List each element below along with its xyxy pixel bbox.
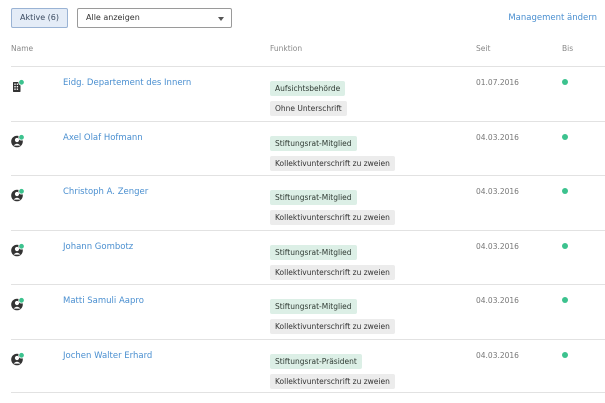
- person-name-link[interactable]: Axel Olaf Hofmann: [63, 133, 143, 143]
- role-tag: Stiftungsrat-Mitglied: [270, 135, 357, 151]
- role-tag: Stiftungsrat-Präsident: [270, 353, 362, 369]
- table-row: Johann Gombotz Stiftungsrat-Mitglied Kol…: [11, 229, 605, 285]
- status-dot: [562, 79, 568, 85]
- person-name-link[interactable]: Johann Gombotz: [63, 242, 133, 252]
- signature-tag: Kollektivunterschrift zu zweien: [270, 319, 395, 334]
- signature-tag: Kollektivunterschrift zu zweien: [270, 155, 395, 171]
- role-tag: Stiftungsrat-Mitglied: [270, 299, 357, 314]
- status-dot: [562, 351, 568, 358]
- show-filter-value: Alle anzeigen: [86, 13, 140, 22]
- since-date: 04.03.2016: [476, 241, 519, 251]
- role-tag: Aufsichtsbehörde: [270, 81, 346, 96]
- column-header-name: Name: [11, 44, 34, 53]
- function-tags: Stiftungsrat-Mitglied Kollektivunterschr…: [270, 131, 470, 171]
- table-row: Jochen Walter Erhard Stiftungsrat-Präsid…: [11, 338, 605, 393]
- since-date: 04.03.2016: [476, 296, 519, 305]
- since-date: 04.03.2016: [476, 187, 519, 196]
- change-management-link[interactable]: Management ändern: [508, 13, 597, 23]
- building-icon: [11, 78, 25, 92]
- table-row: Axel Olaf Hofmann Stiftungsrat-Mitglied …: [11, 120, 605, 176]
- person-name-link[interactable]: Christoph A. Zenger: [63, 187, 148, 197]
- toolbar: Aktive (6) Alle anzeigen Management ände…: [11, 8, 597, 30]
- role-tag: Stiftungsrat-Mitglied: [270, 244, 357, 260]
- status-dot: [562, 242, 568, 249]
- column-header-since: Seit: [476, 44, 491, 53]
- signature-tag: Kollektivunterschrift zu zweien: [270, 264, 395, 280]
- status-dot: [562, 133, 568, 140]
- function-tags: Stiftungsrat-Präsident Kollektivuntersch…: [270, 349, 470, 389]
- signature-tag: Kollektivunterschrift zu zweien: [270, 210, 395, 225]
- column-header-until: Bis: [562, 44, 574, 53]
- function-tags: Stiftungsrat-Mitglied Kollektivunterschr…: [270, 240, 470, 280]
- table-row: Matti Samuli Aapro Stiftungsrat-Mitglied…: [11, 284, 605, 339]
- person-name-link[interactable]: Jochen Walter Erhard: [63, 351, 152, 361]
- since-date: 04.03.2016: [476, 350, 519, 360]
- function-tags: Stiftungsrat-Mitglied Kollektivunterschr…: [270, 294, 470, 334]
- signature-tag: Kollektivunterschrift zu zweien: [270, 373, 395, 389]
- person-name-link[interactable]: Eidg. Departement des Innern: [63, 78, 191, 88]
- show-filter-select[interactable]: Alle anzeigen: [77, 8, 232, 28]
- person-name-link[interactable]: Matti Samuli Aapro: [63, 296, 144, 306]
- chevron-down-icon: [218, 17, 224, 21]
- status-dot: [562, 297, 568, 303]
- function-tags: Stiftungsrat-Mitglied Kollektivunterschr…: [270, 185, 470, 225]
- person-icon: [11, 187, 25, 202]
- since-date: 04.03.2016: [476, 132, 519, 142]
- person-icon: [11, 351, 25, 365]
- table-row: Eidg. Departement des Innern Aufsichtsbe…: [11, 66, 605, 121]
- signature-tag: Ohne Unterschrift: [270, 101, 347, 116]
- role-tag: Stiftungsrat-Mitglied: [270, 190, 357, 205]
- table-header: Name Funktion Seit Bis: [0, 44, 605, 58]
- person-icon: [11, 296, 25, 311]
- table-row: Christoph A. Zenger Stiftungsrat-Mitglie…: [11, 175, 605, 230]
- management-table: Eidg. Departement des Innern Aufsichtsbe…: [0, 66, 605, 393]
- function-tags: Aufsichtsbehörde Ohne Unterschrift: [270, 76, 470, 116]
- since-date: 01.07.2016: [476, 78, 519, 87]
- person-icon: [11, 242, 25, 256]
- status-dot: [562, 188, 568, 194]
- column-header-function: Funktion: [270, 44, 303, 53]
- active-filter-button[interactable]: Aktive (6): [11, 8, 68, 28]
- person-icon: [11, 133, 25, 147]
